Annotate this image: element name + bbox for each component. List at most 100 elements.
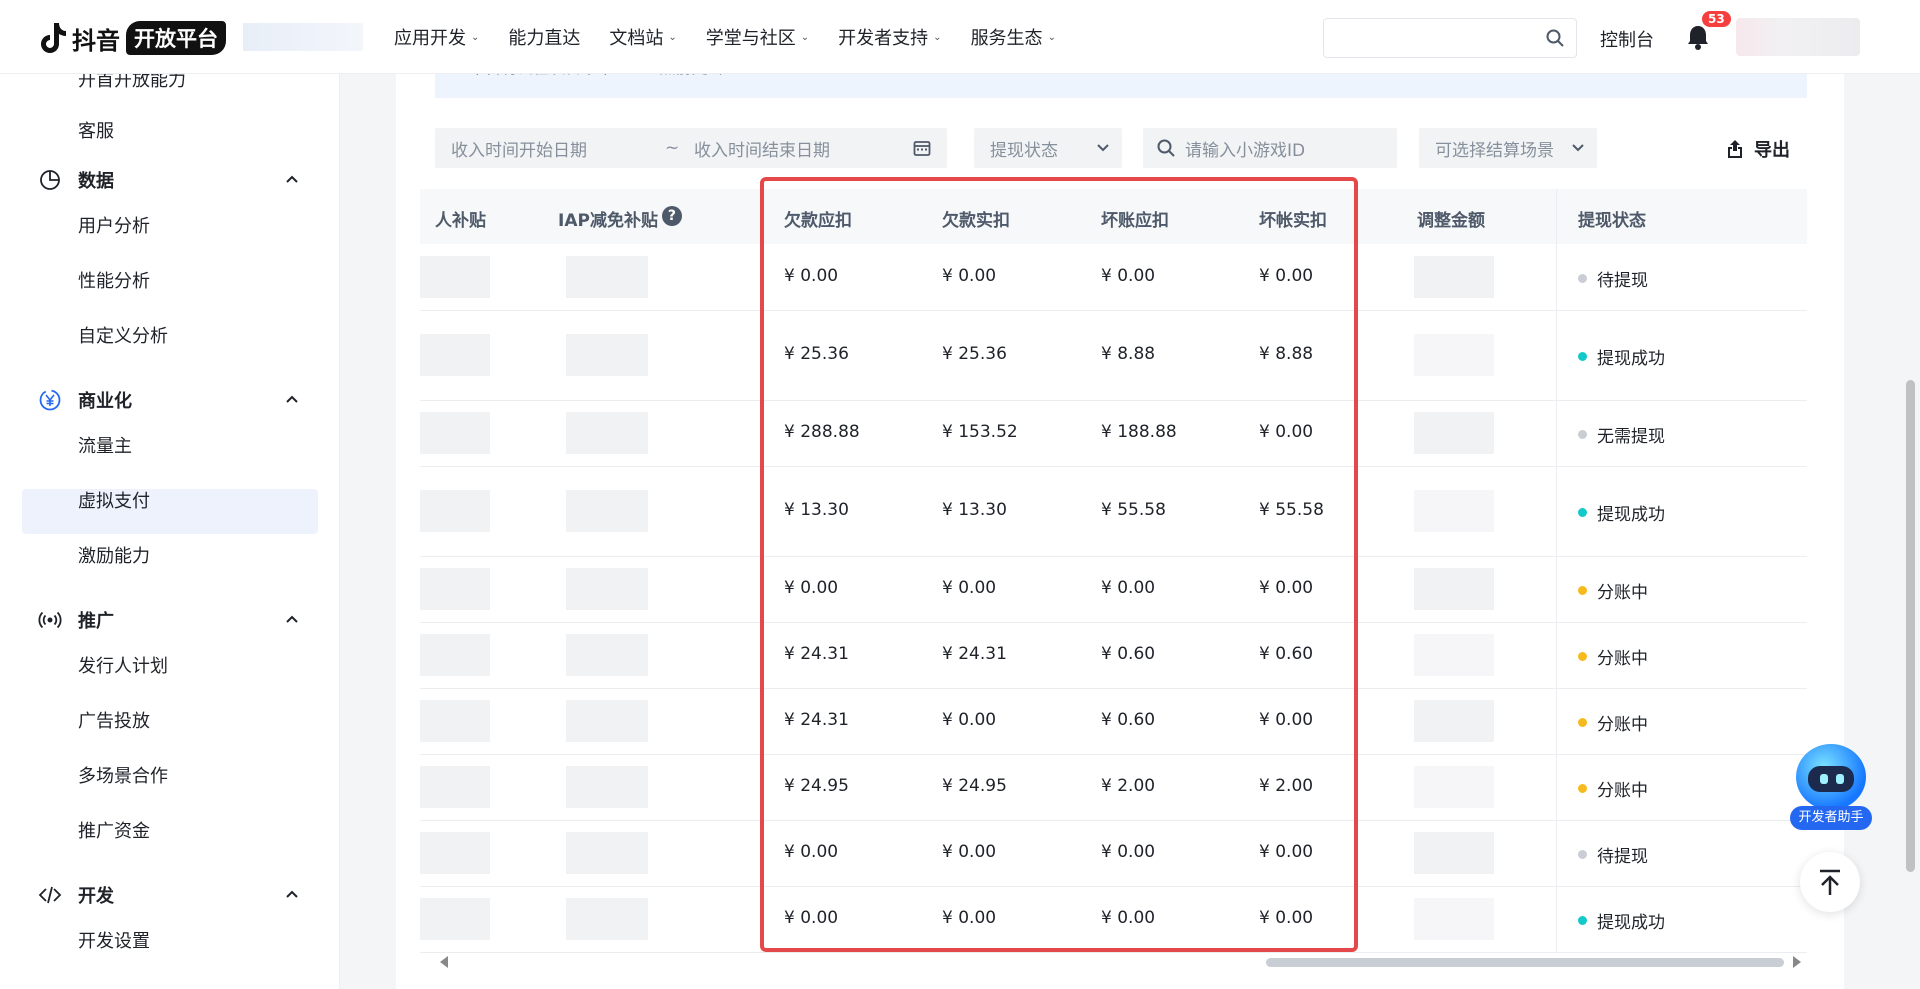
tiktok-logo-icon <box>41 23 66 53</box>
row-divider <box>420 952 1807 953</box>
column-header-label: 坏帐实扣 <box>1259 211 1327 231</box>
status-badge: 分账中 <box>1578 776 1648 801</box>
settlement-scene-select[interactable]: 可选择结算场景 <box>1419 128 1597 168</box>
status-dot <box>1578 352 1587 361</box>
nav-item[interactable]: 应用开发 ⌄ <box>394 24 479 50</box>
column-header-label: 欠款实扣 <box>942 211 1010 231</box>
sidebar-item[interactable]: 用户分析 <box>78 212 150 238</box>
status-label: 提现成功 <box>1597 913 1665 933</box>
blurred-cell <box>566 334 648 376</box>
table-cell: ¥ 55.58 <box>1259 500 1324 520</box>
douyin-logo[interactable]: 抖音 开放平台 <box>38 20 226 56</box>
bell-icon[interactable] <box>1686 24 1710 50</box>
table-cell: ¥ 0.00 <box>1101 578 1156 598</box>
user-avatar[interactable] <box>1736 18 1860 56</box>
sidebar-item-customer-service[interactable]: 客服 <box>78 117 114 143</box>
sidebar-item[interactable]: 开发设置 <box>78 927 150 953</box>
nav-item[interactable]: 服务生态 ⌄ <box>971 24 1056 50</box>
horizontal-scroll-thumb[interactable] <box>1266 958 1784 967</box>
table-cell: ¥ 0.60 <box>1101 644 1156 664</box>
sidebar-item[interactable]: 性能分析 <box>78 267 150 293</box>
console-link[interactable]: 控制台 <box>1600 26 1654 52</box>
sidebar-item[interactable]: 推广资金 <box>78 817 150 843</box>
nav-item[interactable]: 文档站 ⌄ <box>609 24 676 50</box>
blurred-cell <box>420 898 490 940</box>
sidebar-group[interactable]: 商业化 <box>38 385 300 415</box>
status-dot <box>1578 586 1587 595</box>
table-cell: ¥ 0.00 <box>784 266 839 286</box>
game-id-search-input[interactable]: 请输入小游戏ID <box>1143 128 1397 168</box>
sidebar-item[interactable]: 流量主 <box>78 432 132 458</box>
table-cell: ¥ 55.58 <box>1101 500 1166 520</box>
back-to-top-button[interactable] <box>1800 852 1860 912</box>
sidebar-item[interactable]: 多场景合作 <box>78 762 168 788</box>
table-cell: ¥ 8.88 <box>1259 344 1314 364</box>
status-dot <box>1578 916 1587 925</box>
nav-item[interactable]: 开发者支持 ⌄ <box>838 24 941 50</box>
sidebar-item[interactable]: 广告投放 <box>78 707 150 733</box>
blurred-cell <box>1414 490 1494 532</box>
table-cell: ¥ 0.00 <box>942 710 997 730</box>
table-cell: ¥ 25.36 <box>942 344 1007 364</box>
start-date-input[interactable]: 收入时间开始日期 <box>451 136 587 161</box>
logo-text: 抖音 <box>72 26 120 55</box>
table-cell: ¥ 0.00 <box>942 908 997 928</box>
sidebar-item[interactable]: 激励能力 <box>78 542 150 568</box>
blurred-cell <box>420 568 490 610</box>
withdraw-status-select[interactable]: 提现状态 <box>974 128 1122 168</box>
status-dot <box>1578 508 1587 517</box>
end-date-input[interactable]: 收入时间结束日期 <box>694 136 830 161</box>
blurred-cell <box>566 832 648 874</box>
settlement-scene-placeholder: 可选择结算场景 <box>1435 140 1554 161</box>
top-header: 抖音 开放平台 应用开发 ⌄ 能力直达 文档站 ⌄ 学堂与社区 ⌄ 开发者支持 ⌄ 服务生态 ⌄ 控… <box>0 0 1920 74</box>
developer-assistant-button[interactable]: 开发者助手 <box>1790 744 1874 832</box>
chevron-up-icon[interactable] <box>284 171 300 187</box>
row-divider <box>420 886 1807 887</box>
sidebar-group-label: 数据 <box>78 171 114 192</box>
sidebar-group[interactable]: 开发 <box>38 880 300 910</box>
table-cell: ¥ 0.00 <box>784 842 839 862</box>
fixed-column-divider <box>1556 189 1557 952</box>
column-header-label: 坏账应扣 <box>1101 211 1169 231</box>
withdraw-status-placeholder: 提现状态 <box>990 140 1058 161</box>
table-cell: ¥ 0.60 <box>1259 644 1314 664</box>
column-header: 坏帐实扣 <box>1259 206 1327 231</box>
sidebar-item-cut[interactable]: 开首开放能力 <box>78 74 186 92</box>
sidebar-item[interactable]: 自定义分析 <box>78 322 168 348</box>
status-label: 分账中 <box>1597 583 1648 603</box>
table-cell: ¥ 0.00 <box>942 842 997 862</box>
blurred-app-name <box>243 23 363 51</box>
income-date-range-picker[interactable]: 收入时间开始日期 ~ 收入时间结束日期 <box>435 128 947 168</box>
sidebar-item[interactable]: 发行人计划 <box>78 652 168 678</box>
chevron-up-icon[interactable] <box>284 391 300 407</box>
status-dot <box>1578 274 1587 283</box>
scroll-left-icon[interactable] <box>440 956 448 968</box>
chevron-up-icon[interactable] <box>284 886 300 902</box>
export-button[interactable]: 导出 <box>1726 136 1790 162</box>
nav-item[interactable]: 能力直达 <box>508 24 580 50</box>
table-cell: ¥ 0.00 <box>1259 908 1314 928</box>
blurred-cell <box>1414 766 1494 808</box>
table-cell: ¥ 288.88 <box>784 422 860 442</box>
column-header: IAP减免补贴? <box>558 206 682 231</box>
row-divider <box>420 310 1807 311</box>
table-cell: ¥ 2.00 <box>1101 776 1156 796</box>
chevron-down-icon: ⌄ <box>800 31 810 43</box>
help-icon[interactable]: ? <box>661 206 682 226</box>
sidebar-group[interactable]: 数据 <box>38 165 300 195</box>
chevron-up-icon[interactable] <box>284 611 300 627</box>
global-search-input[interactable] <box>1323 18 1577 58</box>
vertical-scroll-thumb[interactable] <box>1906 380 1915 872</box>
table-cell: ¥ 153.52 <box>942 422 1018 442</box>
arrow-up-icon <box>1820 869 1840 895</box>
nav-item-label: 开发者支持 <box>838 28 929 49</box>
search-icon[interactable] <box>1546 29 1564 47</box>
calendar-icon[interactable] <box>913 139 931 157</box>
sidebar-group[interactable]: 推广 <box>38 605 300 635</box>
nav-item[interactable]: 学堂与社区 ⌄ <box>706 24 809 50</box>
date-separator: ~ <box>665 138 680 158</box>
sidebar-item[interactable]: 虚拟支付 <box>78 487 150 513</box>
column-header: 人补贴 <box>435 206 486 231</box>
scroll-right-icon[interactable] <box>1793 956 1801 968</box>
blurred-cell <box>1414 256 1494 298</box>
